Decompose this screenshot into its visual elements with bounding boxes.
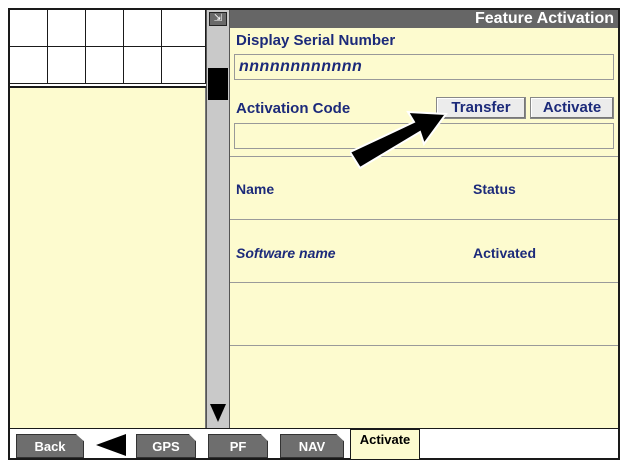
column-header-status: Status bbox=[473, 181, 516, 197]
grid-cell[interactable] bbox=[162, 47, 206, 84]
grid-cell[interactable] bbox=[10, 47, 48, 84]
page-title: Feature Activation bbox=[230, 10, 618, 28]
grid-cell[interactable] bbox=[124, 47, 162, 84]
tab-activate[interactable]: Activate bbox=[350, 429, 420, 459]
divider bbox=[230, 282, 618, 283]
down-arrow-icon[interactable] bbox=[210, 404, 226, 422]
column-header-name: Name bbox=[236, 181, 275, 197]
tab-nav[interactable]: NAV bbox=[280, 434, 344, 458]
software-status: Activated bbox=[473, 245, 537, 261]
grid-cell[interactable] bbox=[48, 10, 86, 47]
tab-pf[interactable]: PF bbox=[208, 434, 268, 458]
tab-gps[interactable]: GPS bbox=[136, 434, 196, 458]
back-button[interactable]: Back bbox=[16, 434, 84, 458]
display-screen: ⇲ Feature Activation Display Serial Numb… bbox=[8, 8, 620, 460]
scrollbar[interactable]: ⇲ bbox=[206, 10, 230, 428]
activation-code-label: Activation Code bbox=[236, 100, 351, 117]
scroll-thumb[interactable] bbox=[208, 68, 228, 100]
grid-cell[interactable] bbox=[162, 10, 206, 47]
grid-cell[interactable] bbox=[124, 10, 162, 47]
serial-label: Display Serial Number bbox=[236, 32, 396, 49]
screen-icon[interactable]: ⇲ bbox=[209, 12, 227, 26]
grid-cell[interactable] bbox=[10, 10, 48, 47]
black-arrow-icon bbox=[350, 110, 448, 170]
left-panel bbox=[10, 88, 206, 428]
grid-cell[interactable] bbox=[86, 10, 124, 47]
grid-cell[interactable] bbox=[48, 47, 86, 84]
divider bbox=[230, 219, 618, 220]
grid-cell[interactable] bbox=[86, 47, 124, 84]
activate-button[interactable]: Activate bbox=[530, 97, 614, 119]
serial-value: nnnnnnnnnnnn bbox=[239, 58, 363, 75]
divider bbox=[230, 345, 618, 346]
serial-field: nnnnnnnnnnnn bbox=[234, 54, 614, 80]
main-panel: Feature Activation Display Serial Number… bbox=[230, 10, 618, 428]
left-arrow-icon[interactable] bbox=[90, 433, 132, 457]
shortcut-grid bbox=[10, 10, 206, 88]
bottom-tab-bar: Back GPS PF NAV Activate bbox=[10, 428, 618, 459]
software-name: Software name bbox=[236, 245, 336, 261]
